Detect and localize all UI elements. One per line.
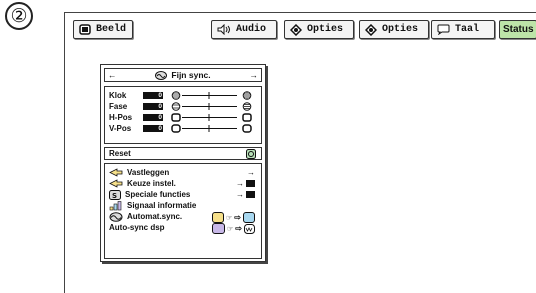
option-arrow-icon: → bbox=[236, 190, 255, 199]
off-state-icon bbox=[212, 223, 226, 234]
row-value: 0 bbox=[143, 103, 163, 110]
adjust-row-vpos[interactable]: V-Pos 0 bbox=[105, 123, 261, 134]
option-label: Automat.sync. bbox=[127, 212, 183, 221]
clock-slider[interactable] bbox=[165, 91, 257, 100]
signal-info-icon bbox=[109, 200, 122, 210]
adjust-group: Klok 0 Fase 0 H-Pos 0 V-Pos 0 bbox=[104, 86, 262, 144]
reset-icon[interactable] bbox=[246, 149, 256, 159]
pointer-hand-icon bbox=[109, 179, 123, 188]
option-arrow-icon: → bbox=[236, 179, 255, 188]
hpos-slider[interactable] bbox=[165, 113, 257, 122]
option-signaal-informatie[interactable]: Signaal informatie bbox=[105, 200, 261, 211]
tab-status[interactable]: Status bbox=[499, 20, 536, 39]
tab-beeld[interactable]: Beeld bbox=[73, 20, 133, 39]
options-icon bbox=[290, 23, 302, 36]
tab-opties-1[interactable]: Opties bbox=[284, 20, 354, 39]
fine-sync-icon bbox=[155, 70, 168, 80]
row-value: 0 bbox=[143, 125, 163, 132]
menu-panel: ← Fijn sync. → Klok 0 Fase 0 H-Pos 0 V-P… bbox=[100, 64, 266, 262]
tab-label: Opties bbox=[307, 24, 344, 35]
options-icon bbox=[365, 23, 377, 36]
option-label: Signaal informatie bbox=[127, 201, 197, 210]
speech-bubble-icon bbox=[437, 24, 450, 35]
speaker-icon bbox=[217, 24, 230, 35]
tab-opties-2[interactable]: Opties bbox=[359, 20, 429, 39]
option-label: Vastleggen bbox=[127, 168, 170, 177]
wave-display-icon bbox=[244, 223, 255, 234]
row-label: Fase bbox=[109, 102, 128, 111]
panel-title-bar: ← Fijn sync. → bbox=[104, 68, 262, 82]
row-value: 0 bbox=[143, 114, 163, 121]
option-label: Keuze instel. bbox=[127, 179, 176, 188]
options-group: Vastleggen → Keuze instel. → S Speciale … bbox=[104, 163, 262, 259]
tab-label: Audio bbox=[236, 24, 267, 35]
step-number: ② bbox=[5, 2, 33, 30]
row-label: Klok bbox=[109, 91, 127, 100]
svg-text:S: S bbox=[112, 192, 117, 200]
option-vastleggen[interactable]: Vastleggen → bbox=[105, 167, 261, 178]
option-label: Auto-sync dsp bbox=[109, 223, 165, 232]
phase-slider[interactable] bbox=[165, 102, 257, 111]
tab-label: Opties bbox=[382, 24, 419, 35]
special-functions-icon: S bbox=[109, 189, 121, 200]
tab-audio[interactable]: Audio bbox=[211, 20, 277, 39]
option-label: Speciale functies bbox=[125, 190, 191, 199]
row-value: 0 bbox=[143, 92, 163, 99]
option-speciale-functies[interactable]: S Speciale functies → bbox=[105, 189, 261, 200]
option-arrow-icon: → bbox=[247, 168, 255, 177]
vpos-slider[interactable] bbox=[165, 124, 257, 133]
row-label: V-Pos bbox=[109, 124, 132, 133]
reset-label: Reset bbox=[109, 149, 131, 158]
tab-label: Beeld bbox=[96, 24, 127, 35]
auto-sync-icon bbox=[109, 211, 123, 222]
picture-icon bbox=[79, 24, 91, 35]
panel-title: Fijn sync. bbox=[171, 70, 211, 80]
option-auto-sync-dsp[interactable]: Auto-sync dsp ☞ ⇨ bbox=[105, 222, 261, 234]
auto-sync-display-toggle[interactable]: ☞ ⇨ bbox=[212, 223, 255, 234]
tab-label: Taal bbox=[455, 24, 480, 35]
adjust-row-klok[interactable]: Klok 0 bbox=[105, 90, 261, 101]
pointer-hand-icon bbox=[109, 168, 123, 177]
adjust-row-fase[interactable]: Fase 0 bbox=[105, 101, 261, 112]
arrow-right-icon[interactable]: → bbox=[250, 70, 259, 80]
arrow-left-icon[interactable]: ← bbox=[108, 70, 117, 80]
tab-taal[interactable]: Taal bbox=[431, 20, 495, 39]
reset-row[interactable]: Reset bbox=[104, 147, 262, 160]
adjust-row-hpos[interactable]: H-Pos 0 bbox=[105, 112, 261, 123]
tab-label: Status bbox=[503, 24, 534, 35]
option-automat-sync[interactable]: Automat.sync. ☞ ⇨ bbox=[105, 211, 261, 223]
option-keuze-instel[interactable]: Keuze instel. → bbox=[105, 178, 261, 189]
row-label: H-Pos bbox=[109, 113, 133, 122]
